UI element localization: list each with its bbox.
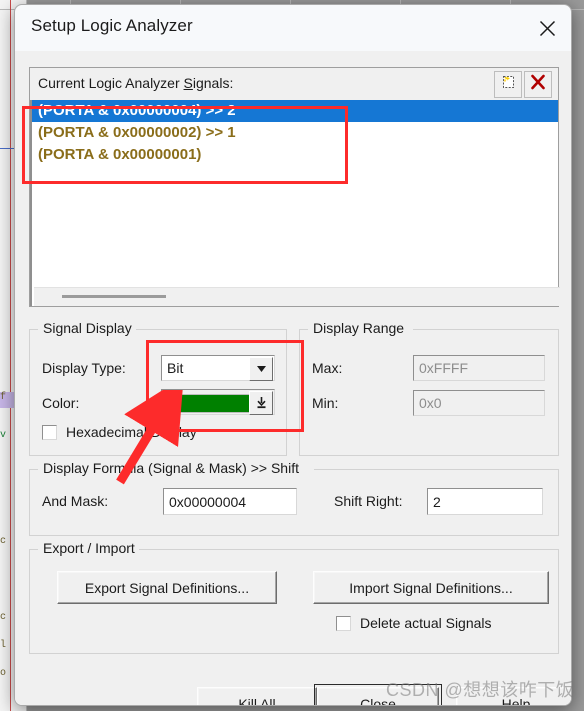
delete-actual-signals-checkbox[interactable]: Delete actual Signals	[336, 615, 492, 631]
window-title: Setup Logic Analyzer	[31, 16, 193, 35]
signal-list-header: Current Logic Analyzer Signals:	[30, 68, 558, 101]
display-formula-group: Display Formula (Signal & Mask) >> Shift…	[29, 460, 559, 536]
horizontal-scrollbar[interactable]	[34, 287, 560, 306]
arrow-down-bar-icon[interactable]	[249, 391, 273, 415]
import-signal-definitions-button[interactable]: Import Signal Definitions...	[313, 571, 549, 604]
display-type-select[interactable]: Bit	[161, 355, 275, 381]
list-item[interactable]: (PORTA & 0x00000001)	[32, 144, 558, 166]
export-signal-definitions-button[interactable]: Export Signal Definitions...	[57, 571, 277, 604]
chevron-down-icon[interactable]	[249, 357, 273, 381]
list-item[interactable]: (PORTA & 0x00000004) >> 2	[32, 100, 558, 122]
display-type-label: Display Type:	[42, 360, 126, 376]
display-range-group: Display Range Max: 0xFFFF Min: 0x0	[299, 320, 559, 456]
shift-right-label: Shift Right:	[334, 493, 403, 509]
signal-display-group-label: Signal Display	[39, 320, 136, 336]
delete-x-icon	[530, 74, 546, 95]
delete-signal-button[interactable]	[524, 71, 552, 98]
color-picker[interactable]	[161, 389, 275, 415]
display-type-value: Bit	[167, 360, 184, 376]
min-input[interactable]: 0x0	[413, 390, 545, 416]
min-label: Min:	[312, 395, 339, 411]
and-mask-input[interactable]: 0x00000004	[163, 488, 297, 515]
checkbox-box[interactable]	[42, 424, 57, 440]
signal-list[interactable]: (PORTA & 0x00000004) >> 2 (PORTA & 0x000…	[30, 100, 560, 306]
min-value: 0x0	[419, 395, 442, 411]
signal-list-header-label: Current Logic Analyzer Signals:	[38, 75, 234, 91]
hexadecimal-display-checkbox[interactable]: Hexadecimal Display	[42, 424, 197, 440]
help-button[interactable]: Help	[456, 687, 571, 705]
close-dialog-button[interactable]: Close	[314, 684, 442, 705]
list-item[interactable]: (PORTA & 0x00000002) >> 1	[32, 122, 558, 144]
title-bar: Setup Logic Analyzer	[15, 5, 571, 52]
delete-actual-signals-label: Delete actual Signals	[360, 615, 492, 631]
background-margin-line	[10, 0, 11, 711]
signal-display-group: Signal Display Display Type: Bit Color:	[29, 320, 287, 456]
scrollbar-thumb[interactable]	[62, 295, 166, 298]
export-import-group: Export / Import Export Signal Definition…	[29, 540, 559, 654]
export-import-group-label: Export / Import	[39, 540, 139, 556]
close-icon	[539, 20, 556, 37]
hexadecimal-display-label: Hexadecimal Display	[66, 424, 197, 440]
shift-right-input[interactable]: 2	[427, 488, 543, 515]
color-label: Color:	[42, 395, 80, 411]
kill-all-button[interactable]: Kill All	[197, 687, 317, 705]
max-input[interactable]: 0xFFFF	[413, 355, 545, 381]
display-formula-group-label: Display Formula (Signal & Mask) >> Shift	[39, 460, 303, 476]
color-swatch[interactable]	[166, 394, 251, 413]
setup-logic-analyzer-dialog: Setup Logic Analyzer Current Logic Analy…	[14, 4, 572, 706]
checkbox-box[interactable]	[336, 615, 351, 631]
and-mask-value: 0x00000004	[169, 493, 247, 510]
close-button[interactable]	[523, 5, 571, 51]
shift-right-value: 2	[433, 493, 441, 510]
max-label: Max:	[312, 360, 343, 376]
max-value: 0xFFFF	[419, 360, 468, 376]
dialog-body: Current Logic Analyzer Signals: (PORTA &…	[15, 51, 571, 705]
new-signal-icon	[500, 74, 516, 95]
and-mask-label: And Mask:	[42, 493, 109, 509]
signal-list-panel: Current Logic Analyzer Signals: (PORTA &…	[29, 67, 560, 307]
display-range-group-label: Display Range	[309, 320, 409, 336]
new-signal-button[interactable]	[494, 71, 522, 98]
